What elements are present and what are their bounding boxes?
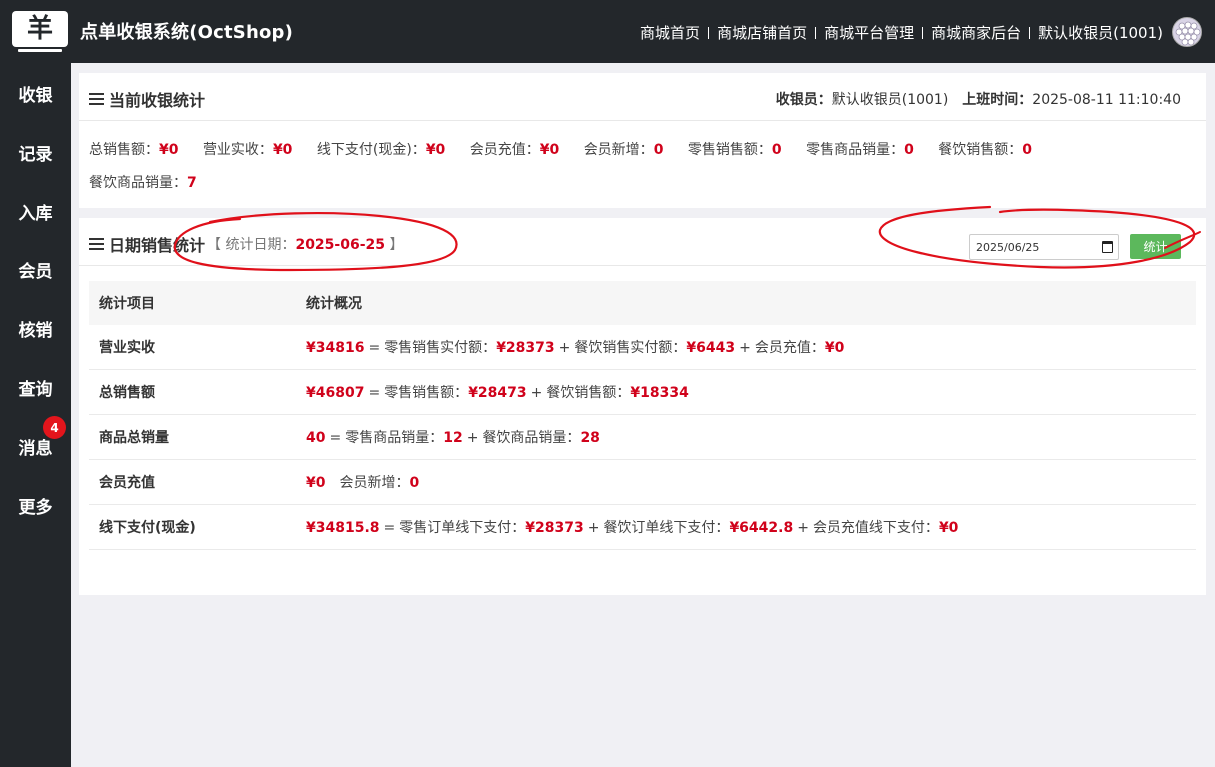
stat-item: 线下支付(现金)：¥0 [316, 142, 446, 158]
stat-item: 会员充值：¥0 [469, 142, 560, 158]
table-row: 总销售额 ¥46807 = 零售销售额：¥28473 + 餐饮销售额：¥18334 [89, 370, 1196, 415]
stat-item: 会员新增：0 [583, 142, 664, 158]
sidebar-item-query[interactable]: 查询 [0, 367, 71, 407]
nav-cashier-user[interactable]: 默认收银员(1001) [1038, 22, 1163, 43]
sidebar-item-label: 记录 [18, 144, 53, 165]
current-stats-title: 当前收银统计 [109, 91, 206, 110]
list-icon [89, 93, 104, 105]
panel-header: 日期销售统计 【 统计日期：2025-06-25 】 2025/06/25 统计 [79, 218, 1206, 266]
stat-button[interactable]: 统计 [1130, 234, 1181, 259]
current-stats-panel: 当前收银统计 收银员：默认收银员(1001) 上班时间：2025-08-11 11… [79, 73, 1206, 208]
sidebar-item-cashier[interactable]: 收银 [0, 73, 71, 113]
message-count-badge: 4 [43, 416, 66, 439]
row-item: 营业实收 [99, 340, 155, 356]
app-logo[interactable]: 羊 [12, 11, 68, 47]
nav-separator [1029, 26, 1031, 39]
app-title: 点单收银系统(OctShop) [80, 22, 294, 43]
row-summary: ¥34816 = 零售销售实付额：¥28373 + 餐饮销售实付额：¥6443 + 会员充值… [306, 340, 845, 356]
stat-value: 0 [771, 142, 782, 158]
shift-label: 上班时间： [962, 92, 1033, 108]
daily-stats-table: 统计项目 统计概况 营业实收 ¥34816 = 零售销售实付额：¥28373 + 餐饮销… [89, 281, 1196, 550]
sidebar-item-label: 入库 [18, 203, 53, 224]
row-item: 总销售额 [99, 385, 155, 401]
stat-value: ¥0 [159, 142, 179, 158]
nav-platform-admin[interactable]: 商城平台管理 [824, 22, 914, 43]
stat-value: ¥0 [425, 142, 446, 158]
calendar-icon[interactable] [1102, 241, 1113, 253]
logo-glyph: 羊 [26, 14, 53, 44]
row-item: 线下支付(现金) [99, 520, 196, 536]
cashier-info: 收银员：默认收银员(1001) 上班时间：2025-08-11 11:10:40 [776, 89, 1181, 109]
row-summary: 40 = 零售商品销量：12 + 餐饮商品销量：28 [306, 430, 600, 446]
panel-title: 日期销售统计 [89, 232, 205, 256]
cashier-value: 默认收银员(1001) [831, 92, 949, 108]
table-row: 线下支付(现金) ¥34815.8 = 零售订单线下支付：¥28373 + 餐饮订单线下… [89, 505, 1196, 550]
nav-merchant-backend[interactable]: 商城商家后台 [931, 22, 1021, 43]
nav-shop-home[interactable]: 商城店铺首页 [717, 22, 807, 43]
stat-item: 营业实收：¥0 [202, 142, 293, 158]
stat-date-value: 2025-06-25 [295, 237, 386, 253]
row-summary: ¥0 会员新增：0 [306, 475, 420, 491]
nav-mall-home[interactable]: 商城首页 [640, 22, 700, 43]
column-header: 统计项目 [99, 296, 155, 312]
panel-header: 当前收银统计 收银员：默认收银员(1001) 上班时间：2025-08-11 11… [79, 73, 1206, 121]
daily-stats-panel: 日期销售统计 【 统计日期：2025-06-25 】 2025/06/25 统计… [79, 218, 1206, 595]
daily-stats-title: 日期销售统计 [109, 236, 206, 255]
row-item: 商品总销量 [99, 430, 169, 446]
nav-separator [815, 26, 817, 39]
stat-item: 总销售额：¥0 [89, 142, 179, 158]
stat-value: 0 [653, 142, 664, 158]
stat-item: 零售销售额：0 [687, 142, 782, 158]
row-summary: ¥46807 = 零售销售额：¥28473 + 餐饮销售额：¥18334 [306, 385, 689, 401]
table-row: 商品总销量 40 = 零售商品销量：12 + 餐饮商品销量：28 [89, 415, 1196, 460]
current-stats-list: 总销售额：¥0 营业实收：¥0 线下支付(现金)：¥0 会员充值：¥0 会员新增… [79, 121, 1206, 200]
sidebar-item-label: 核销 [18, 320, 53, 341]
sidebar-item-members[interactable]: 会员 [0, 249, 71, 289]
table-row: 会员充值 ¥0 会员新增：0 [89, 460, 1196, 505]
stat-date-display: 【 统计日期：2025-06-25 】 [207, 237, 404, 253]
sidebar-item-label: 消息 [18, 438, 53, 459]
stat-value: ¥0 [272, 142, 293, 158]
stat-value: ¥0 [539, 142, 560, 158]
shift-time: 2025-08-11 11:10:40 [1032, 92, 1181, 108]
stat-item: 零售商品销量：0 [806, 142, 914, 158]
sidebar-item-records[interactable]: 记录 [0, 132, 71, 172]
sidebar-item-label: 查询 [18, 379, 53, 400]
cashier-label: 收银员： [775, 92, 832, 108]
avatar[interactable] [1172, 17, 1202, 47]
sidebar-item-verify[interactable]: 核销 [0, 308, 71, 348]
sidebar-item-label: 更多 [18, 497, 53, 518]
top-header: 羊 点单收银系统(OctShop) 商城首页 商城店铺首页 商城平台管理 商城商… [0, 0, 1215, 63]
stat-value: 0 [1022, 142, 1033, 158]
table-header-row: 统计项目 统计概况 [89, 281, 1196, 325]
panel-title: 当前收银统计 [89, 87, 205, 111]
nav-separator [922, 26, 924, 39]
nav-separator [708, 26, 710, 39]
stat-value: 0 [904, 142, 914, 158]
sidebar-item-label: 收银 [18, 85, 53, 106]
date-input-value: 2025/06/25 [976, 240, 1040, 254]
stat-item: 餐饮商品销量：7 [89, 175, 197, 191]
top-nav: 商城首页 商城店铺首页 商城平台管理 商城商家后台 默认收银员(1001) [640, 22, 1163, 43]
sidebar: 收银 记录 入库 会员 核销 查询 消息 4 更多 [0, 63, 71, 767]
sidebar-item-messages[interactable]: 消息 4 [0, 416, 71, 466]
column-header: 统计概况 [306, 296, 362, 312]
row-summary: ¥34815.8 = 零售订单线下支付：¥28373 + 餐饮订单线下支付：¥6442.… [306, 520, 959, 536]
table-row: 营业实收 ¥34816 = 零售销售实付额：¥28373 + 餐饮销售实付额：¥6443… [89, 325, 1196, 370]
list-icon [89, 238, 104, 250]
stat-value: 7 [187, 175, 197, 191]
sidebar-item-more[interactable]: 更多 [0, 485, 71, 525]
stat-item: 餐饮销售额：0 [938, 142, 1033, 158]
date-picker-input[interactable]: 2025/06/25 [969, 234, 1119, 260]
logo-underline [18, 49, 62, 52]
sidebar-item-label: 会员 [18, 261, 53, 282]
row-item: 会员充值 [99, 475, 155, 491]
sidebar-item-stock-in[interactable]: 入库 [0, 191, 71, 231]
